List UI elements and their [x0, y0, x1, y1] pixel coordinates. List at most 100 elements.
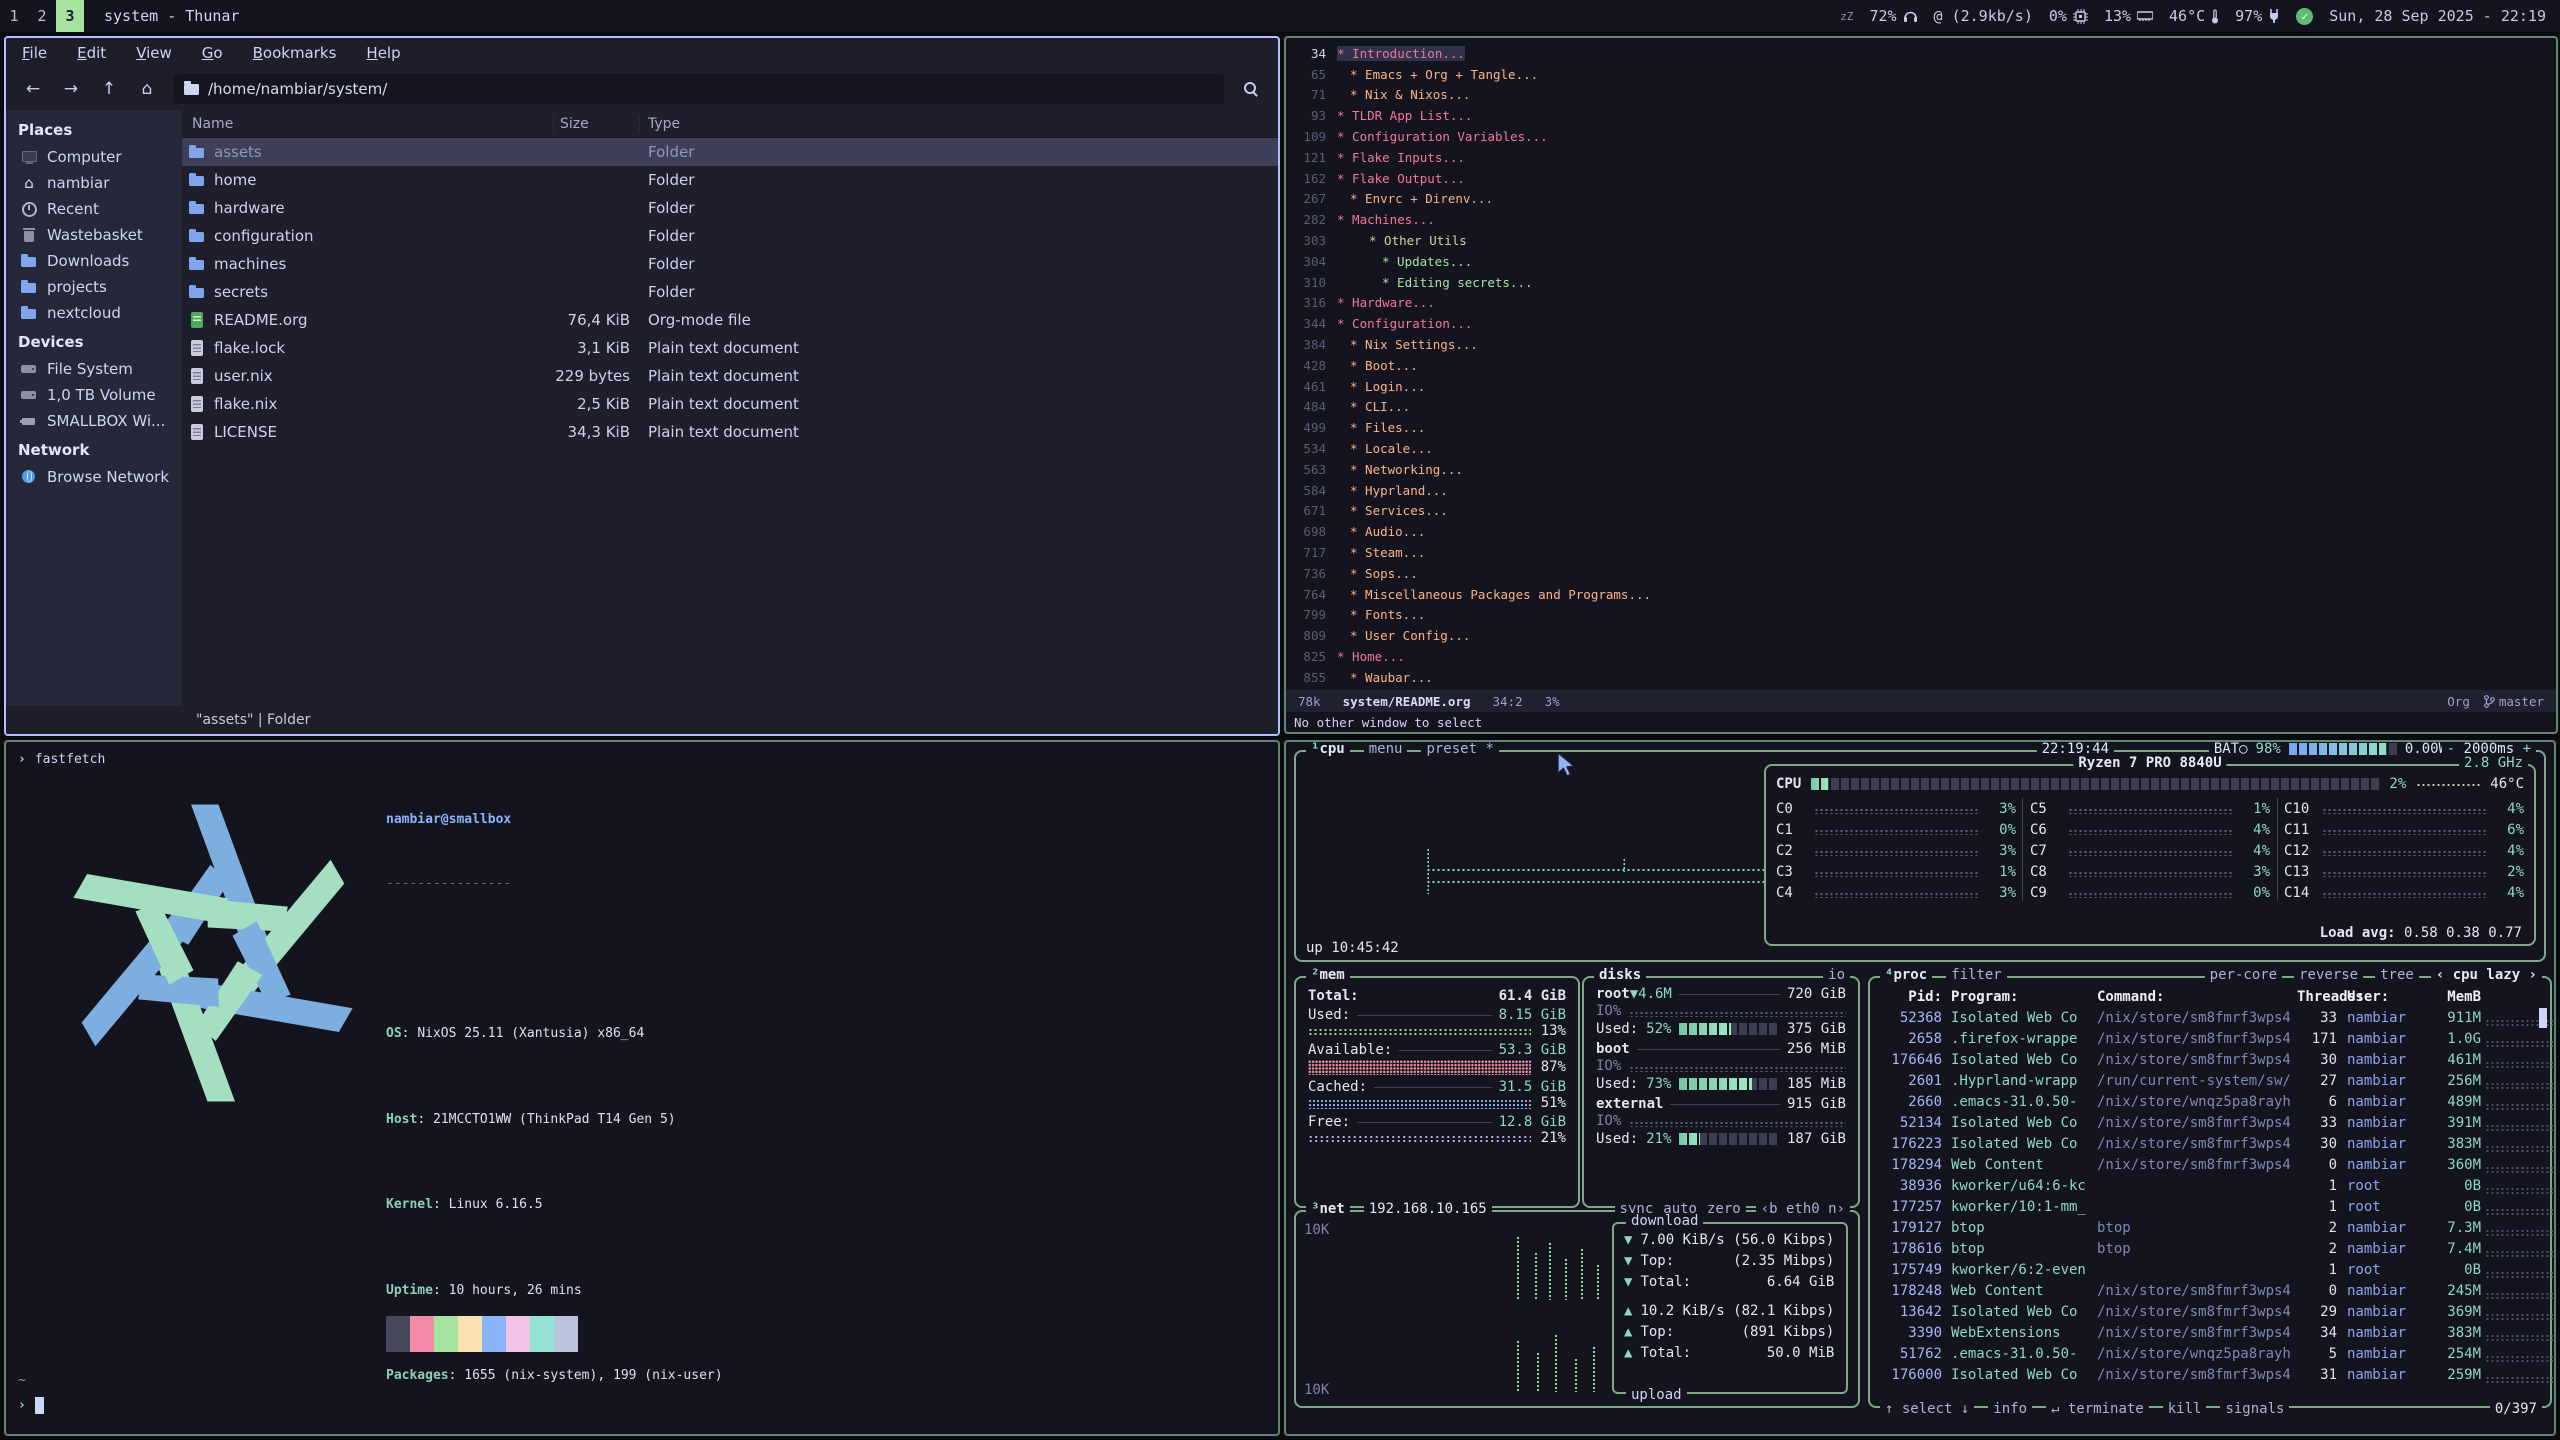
org-heading[interactable]: * Waubar... [1337, 670, 1433, 685]
fastfetch-terminal[interactable]: › fastfetch nambiar@smallbox -----------… [4, 740, 1280, 1436]
org-heading[interactable]: * Services... [1337, 503, 1448, 518]
org-heading[interactable]: * Editing secrets... [1337, 275, 1533, 290]
volume-indicator[interactable]: 72% [1869, 7, 1917, 25]
search-button[interactable] [1234, 74, 1268, 104]
tree-button[interactable]: tree [2375, 967, 2419, 983]
org-outline-line[interactable]: 736 * Sops... [1286, 563, 2556, 584]
org-outline-line[interactable]: 484 * CLI... [1286, 397, 2556, 418]
process-row[interactable]: 2601 .Hyprland-wrapp /run/current-system… [1878, 1070, 2542, 1091]
sidebar-item[interactable]: Downloads [6, 248, 182, 274]
org-heading[interactable]: * Networking... [1337, 462, 1463, 477]
process-row[interactable]: 175749 kworker/6:2-even 1 root 0B 0.0 [1878, 1259, 2542, 1280]
org-heading[interactable]: * Sops... [1337, 566, 1418, 581]
process-row[interactable]: 176646 Isolated Web Co /nix/store/sm8fmr… [1878, 1049, 2542, 1070]
org-outline-line[interactable]: 384 * Nix Settings... [1286, 334, 2556, 355]
sidebar-item[interactable]: Computer [6, 144, 182, 170]
org-outline-line[interactable]: 428 * Boot... [1286, 355, 2556, 376]
workspace-1[interactable]: 1 [0, 0, 28, 32]
process-row[interactable]: 38936 kworker/u64:6-kc 1 root 0B 0.0 [1878, 1175, 2542, 1196]
sidebar-item[interactable]: SMALLBOX Wi... [6, 408, 182, 434]
cpu-indicator[interactable]: 0% [2049, 7, 2088, 25]
sidebar-item[interactable]: projects [6, 274, 182, 300]
preset-button[interactable]: preset * [1421, 741, 1498, 757]
file-row[interactable]: home Folder [182, 166, 1278, 194]
org-heading[interactable]: * Audio... [1337, 524, 1425, 539]
column-name[interactable]: Name [182, 116, 554, 132]
org-heading[interactable]: * Hardware... [1337, 295, 1435, 310]
org-outline-line[interactable]: 584 * Hyprland... [1286, 480, 2556, 501]
org-heading[interactable]: * Nix & Nixos... [1337, 87, 1470, 102]
org-outline-line[interactable]: 93 * TLDR App List... [1286, 105, 2556, 126]
network-indicator[interactable]: @ (2.9kb/s) [1934, 7, 2033, 25]
process-row[interactable]: 179127 btop btop 2 nambiar 7.3M 0.0 [1878, 1217, 2542, 1238]
org-outline-line[interactable]: 109 * Configuration Variables... [1286, 126, 2556, 147]
per-core-button[interactable]: per-core [2205, 967, 2282, 983]
menu-item[interactable]: Go [202, 44, 223, 62]
sidebar-item[interactable]: Recent [6, 196, 182, 222]
org-heading[interactable]: * TLDR App List... [1337, 108, 1472, 123]
column-size[interactable]: Size [554, 116, 640, 132]
major-mode[interactable]: Org [2447, 694, 2470, 709]
org-outline-line[interactable]: 563 * Networking... [1286, 459, 2556, 480]
process-row[interactable]: 13642 Isolated Web Co /nix/store/sm8fmrf… [1878, 1301, 2542, 1322]
memory-indicator[interactable]: 13% [2104, 7, 2153, 25]
file-row[interactable]: machines Folder [182, 250, 1278, 278]
file-row[interactable]: README.org 76,4 KiB Org-mode file [182, 306, 1278, 334]
process-row[interactable]: 176223 Isolated Web Co /nix/store/sm8fmr… [1878, 1133, 2542, 1154]
header-program[interactable]: Program: [1942, 989, 2097, 1005]
path-bar[interactable]: /home/nambiar/system/ [174, 74, 1224, 104]
org-outline-line[interactable]: 162 * Flake Output... [1286, 168, 2556, 189]
workspace-3-active[interactable]: 3 [56, 0, 84, 32]
org-outline-line[interactable]: 764 * Miscellaneous Packages and Program… [1286, 584, 2556, 605]
idle-inhibitor[interactable]: zZ [1840, 10, 1853, 23]
org-heading[interactable]: * Configuration... [1337, 316, 1472, 331]
home-button[interactable]: ⌂ [130, 74, 164, 104]
org-outline-line[interactable]: 282 * Machines... [1286, 209, 2556, 230]
org-heading[interactable]: * CLI... [1337, 399, 1410, 414]
process-row[interactable]: 2658 .firefox-wrappe /nix/store/sm8fmrf3… [1878, 1028, 2542, 1049]
org-outline-line[interactable]: 499 * Files... [1286, 417, 2556, 438]
org-outline-line[interactable]: 121 * Flake Inputs... [1286, 147, 2556, 168]
terminate-key[interactable]: ↵ terminate [2046, 1401, 2149, 1417]
sidebar-item[interactable]: Wastebasket [6, 222, 182, 248]
menu-item[interactable]: File [22, 44, 47, 62]
org-outline-line[interactable]: 717 * Steam... [1286, 542, 2556, 563]
org-heading[interactable]: * Steam... [1337, 545, 1425, 560]
org-heading[interactable]: * Miscellaneous Packages and Programs... [1337, 587, 1651, 602]
process-row[interactable]: 178248 Web Content /nix/store/sm8fmrf3wp… [1878, 1280, 2542, 1301]
file-row[interactable]: configuration Folder [182, 222, 1278, 250]
signals-key[interactable]: signals [2220, 1401, 2289, 1417]
proc-scrollbar[interactable] [2539, 1008, 2547, 1028]
org-outline-line[interactable]: 698 * Audio... [1286, 521, 2556, 542]
battery-indicator[interactable]: 97% [2235, 7, 2280, 25]
org-heading[interactable]: * Flake Output... [1337, 171, 1465, 186]
process-row[interactable]: 51762 .emacs-31.0.50- /nix/store/wnqz5pa… [1878, 1343, 2542, 1364]
org-outline-line[interactable]: 71 * Nix & Nixos... [1286, 85, 2556, 106]
sidebar-item[interactable]: nextcloud [6, 300, 182, 326]
menu-item[interactable]: Help [366, 44, 400, 62]
org-heading[interactable]: * Nix Settings... [1337, 337, 1478, 352]
sidebar-item[interactable]: ⌂ nambiar [6, 170, 182, 196]
shell-prompt[interactable]: › [18, 1397, 44, 1414]
up-button[interactable]: ↑ [92, 74, 126, 104]
select-keys[interactable]: ↑ select ↓ [1880, 1401, 1974, 1417]
sort-column-selector[interactable]: ‹ cpu lazy › [2431, 967, 2542, 983]
header-pid[interactable]: Pid: [1878, 989, 1942, 1005]
header-command[interactable]: Command: [2097, 989, 2297, 1005]
org-outline-line[interactable]: 825 * Home... [1286, 646, 2556, 667]
org-heading[interactable]: * Locale... [1337, 441, 1433, 456]
interval-minus[interactable]: - [2447, 741, 2455, 757]
file-row[interactable]: secrets Folder [182, 278, 1278, 306]
org-outline-line[interactable]: 671 * Services... [1286, 501, 2556, 522]
git-branch-name[interactable]: master [2499, 694, 2544, 709]
info-key[interactable]: info [1988, 1401, 2032, 1417]
org-buffer[interactable]: 34 * Introduction... 65 * Emacs + Org + … [1286, 38, 2556, 690]
org-outline-line[interactable]: 799 * Fonts... [1286, 605, 2556, 626]
org-heading[interactable]: * Machines... [1337, 212, 1435, 227]
org-outline-line[interactable]: 267 * Envrc + Direnv... [1286, 189, 2556, 210]
org-heading[interactable]: * Emacs + Org + Tangle... [1337, 67, 1538, 82]
kill-key[interactable]: kill [2163, 1401, 2207, 1417]
process-row[interactable]: 178616 btop btop 2 nambiar 7.4M 0.0 [1878, 1238, 2542, 1259]
net-mode-button[interactable]: zero [1707, 1201, 1741, 1217]
column-type[interactable]: Type [640, 116, 1278, 132]
